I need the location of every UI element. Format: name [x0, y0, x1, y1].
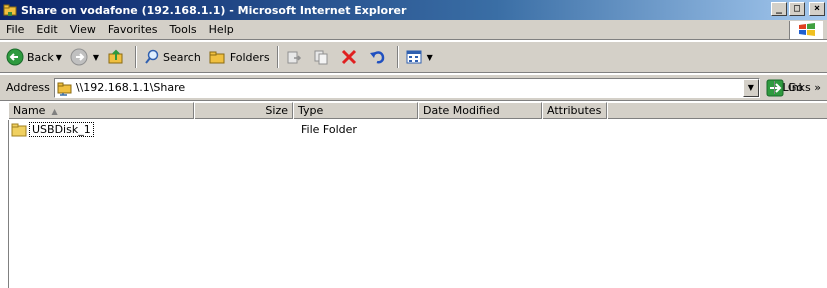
column-header-filler — [607, 102, 827, 119]
title-bar[interactable]: Share on vodafone (192.168.1.1) - Micros… — [0, 0, 827, 20]
up-folder-button[interactable] — [103, 45, 132, 69]
column-header-size[interactable]: Size — [194, 102, 293, 119]
folders-button[interactable]: Folders — [205, 45, 274, 69]
menu-help[interactable]: Help — [203, 23, 240, 36]
forward-arrow-icon — [70, 48, 88, 66]
window-title: Share on vodafone (192.168.1.1) - Micros… — [21, 3, 407, 17]
copy-to-icon — [314, 50, 328, 65]
windows-logo-icon — [789, 21, 823, 39]
menu-favorites[interactable]: Favorites — [102, 23, 164, 36]
minimize-button[interactable]: _ — [771, 2, 787, 16]
views-dropdown-icon[interactable]: ▼ — [427, 53, 433, 62]
folders-label: Folders — [229, 50, 270, 64]
address-value: \\192.168.1.1\Share — [75, 81, 186, 94]
standard-toolbar: Back ▼ ▼ Search Folders ▼ — [0, 41, 827, 73]
delete-icon — [341, 49, 356, 65]
column-header-type[interactable]: Type — [293, 102, 418, 119]
folder-icon — [11, 123, 27, 136]
toolbar-separator — [396, 46, 399, 68]
address-label: Address — [6, 81, 50, 94]
menu-edit[interactable]: Edit — [30, 23, 63, 36]
column-header-attributes[interactable]: Attributes — [542, 102, 607, 119]
forward-dropdown-icon[interactable]: ▼ — [93, 53, 99, 62]
folders-icon — [209, 51, 225, 64]
menu-bar: File Edit View Favorites Tools Help — [0, 20, 827, 40]
address-dropdown-button[interactable]: ▼ — [742, 78, 759, 97]
menu-tools[interactable]: Tools — [164, 23, 203, 36]
file-name: USBDisk_1 — [29, 122, 94, 137]
close-button[interactable]: × — [809, 2, 825, 16]
sort-ascending-icon: ▲ — [51, 107, 58, 116]
folder-network-icon — [3, 4, 17, 16]
address-input[interactable]: \\192.168.1.1\Share ▼ — [53, 77, 760, 98]
links-button[interactable]: Links » — [773, 81, 821, 94]
toolbar-separator — [135, 46, 138, 68]
file-name-cell[interactable]: USBDisk_1 — [11, 122, 94, 137]
file-list[interactable]: USBDisk_1 File Folder — [8, 120, 827, 288]
search-icon — [145, 49, 159, 64]
views-icon — [406, 50, 422, 64]
undo-button[interactable] — [365, 45, 394, 69]
column-headers: Name ▲ Size Type Date Modified Attributes — [8, 102, 827, 119]
column-name-label: Name — [13, 104, 46, 117]
address-bar: Address \\192.168.1.1\Share ▼ Go Links » — [0, 74, 827, 101]
move-to-icon — [287, 51, 301, 64]
up-folder-icon — [108, 49, 123, 64]
move-to-button[interactable] — [282, 45, 309, 69]
file-row[interactable]: USBDisk_1 File Folder — [9, 122, 827, 138]
search-label: Search — [163, 50, 201, 64]
network-folder-icon — [57, 82, 72, 96]
delete-button[interactable] — [336, 45, 365, 69]
copy-to-button[interactable] — [309, 45, 336, 69]
back-arrow-icon — [6, 48, 24, 66]
views-button[interactable]: ▼ — [402, 45, 437, 69]
search-button[interactable]: Search — [140, 45, 205, 69]
back-dropdown-icon[interactable]: ▼ — [56, 53, 62, 62]
back-button[interactable]: Back ▼ — [2, 45, 66, 69]
back-label: Back — [27, 50, 54, 64]
column-header-name[interactable]: Name ▲ — [8, 102, 194, 119]
forward-button[interactable]: ▼ — [66, 45, 103, 69]
file-type: File Folder — [301, 123, 357, 136]
menu-file[interactable]: File — [0, 23, 30, 36]
toolbar-separator — [276, 46, 279, 68]
column-header-date-modified[interactable]: Date Modified — [418, 102, 542, 119]
maximize-button[interactable]: □ — [789, 2, 805, 16]
menu-view[interactable]: View — [64, 23, 102, 36]
undo-icon — [369, 51, 384, 64]
